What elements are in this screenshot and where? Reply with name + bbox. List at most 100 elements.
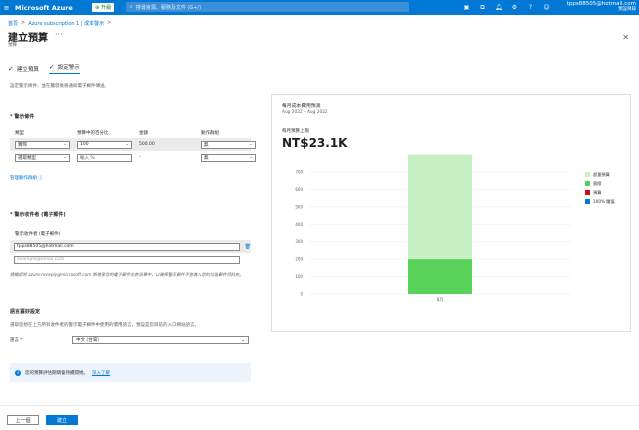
top-bar: ≡ Microsoft Azure ⊕ 升級 ⌕ 搜尋資源、服務及文件 (G+/… [0,0,639,15]
chevron-down-icon: ⌄ [63,155,67,160]
action-group-dropdown[interactable]: 無 ⌄ [201,153,256,162]
column-header: 動作群組 [201,130,219,136]
step-set-alerts[interactable]: ✓ 設定警示 [48,63,80,74]
y-tick-label: 200 [295,257,303,262]
legend-swatch [585,172,590,177]
recipients-title: * 警示收件者 (電子郵件) [10,211,66,218]
chart-legend: 超量預算 實際 預算 100% 閾值 [585,170,615,206]
action-group-dropdown[interactable]: 無 ⌄ [201,140,256,149]
help-icon[interactable]: ? [527,4,534,11]
step-create-budget[interactable]: ✓ 建立預算 [8,63,39,74]
table-row[interactable]: 實際 ⌄ 100 ⌄ 500.00 無 ⌄ [10,138,256,151]
amount-value: - [139,155,141,160]
type-dropdown[interactable]: 實際 ⌄ [15,140,70,149]
upgrade-label: 升級 [101,5,112,11]
conditions-title-text: 警示條件 [14,114,35,120]
brand-title[interactable]: Microsoft Azure [15,4,75,12]
upgrade-button[interactable]: ⊕ 升級 [92,3,115,12]
column-header: 金額 [139,130,148,136]
percent-input[interactable]: 輸入 % [77,153,132,162]
legend-item: 實際 [585,179,615,188]
checkmark-icon: ✓ [8,64,14,73]
feedback-icon[interactable]: ☺ [543,4,550,11]
action-value: 無 [204,155,209,161]
step-label: 設定警示 [57,65,80,71]
bar-overage [408,154,472,260]
conditions-title: * 警示條件 [10,113,34,120]
language-dropdown[interactable]: 中文 (台灣) ⌄ [72,336,249,344]
info-bar: i 您的預算評估期間會持續開始。 深入了解 [10,363,251,382]
y-tick-label: 300 [295,239,303,244]
chevron-right-icon: > [21,20,26,26]
menu-icon[interactable]: ≡ [0,0,13,15]
type-value: 實際 [18,142,27,148]
percent-dropdown[interactable]: 100 ⌄ [77,140,132,149]
legend-swatch [585,199,590,204]
more-icon[interactable]: ··· [55,30,63,39]
legend-item: 100% 閾值 [585,197,615,206]
y-tick-label: 700 [295,170,303,175]
column-header: 類型 [15,130,24,136]
forecast-chart: 0 100 200 300 400 500 600 700 8月 [295,154,571,302]
language-label: 語言 * [10,338,23,343]
manage-link-label: 管理動作群組 [10,176,37,181]
legend-swatch [585,190,590,195]
chevron-down-icon: ⌄ [249,155,253,160]
account-directory: 預設目錄 [618,7,636,12]
y-tick-label: 400 [295,222,303,227]
y-tick-label: 500 [295,204,303,209]
previous-button[interactable]: 上一個 [7,415,39,425]
x-tick-label: 8月 [437,297,444,302]
close-icon[interactable]: ✕ [622,33,629,42]
chevron-down-icon: ⌄ [125,142,129,147]
manage-action-groups-link[interactable]: 管理動作群組 ⓘ [10,175,43,181]
language-description: 選取您想在上方所有收件者的警示電子郵件中使用的慣用語言，預設是您目前的入口網站語… [10,323,199,328]
step-label: 建立預算 [16,66,39,73]
conditions-table: 類型 預算中的百分比 金額 動作群組 實際 ⌄ 100 ⌄ 500.00 無 ⌄ 選取… [10,127,256,164]
chevron-down-icon: ⌄ [241,337,245,343]
info-icon: ⓘ [38,176,43,181]
y-tick-label: 100 [295,274,303,279]
language-row: 語言 * 中文 (台灣) ⌄ [10,336,249,344]
wizard-steps: ✓ 建立預算 ✓ 設定警示 [8,63,80,74]
account-menu[interactable]: tpps88505@hotmail.com 預設目錄 [567,1,636,13]
legend-label: 預算 [593,189,602,195]
breadcrumb: 首頁 > Azure subscription 1 | 成本警示 > [8,20,111,27]
y-tick-label: 0 [300,292,303,297]
table-row[interactable]: 選取類型 ⌄ 輸入 % - 無 ⌄ [10,151,256,164]
legend-label: 實際 [593,180,602,186]
email-field[interactable]: tpps88505@hotmail.com [14,242,240,251]
column-header: 預算中的百分比 [77,130,109,136]
percent-placeholder: 輸入 % [80,155,95,161]
learn-more-link[interactable]: 深入了解 [92,370,110,376]
recipients-column-label: 警示收件者 (電子郵件) [15,232,61,237]
search-icon: ⌕ [130,4,133,10]
info-text: 您的預算評估期間會持續開始。 [25,370,88,376]
create-button[interactable]: 建立 [46,415,78,425]
table-header: 類型 預算中的百分比 金額 動作群組 [10,127,251,138]
allowlist-note: 請確認將 azure-noreply@microsoft.com 新增至您的電子… [10,272,244,277]
breadcrumb-subscription[interactable]: Azure subscription 1 | 成本警示 [28,20,104,27]
checkmark-icon: ✓ [48,63,55,71]
search-input[interactable]: ⌕ 搜尋資源、服務及文件 (G+/) [126,2,409,12]
breadcrumb-home[interactable]: 首頁 [8,20,18,27]
notifications-icon[interactable]: 🔔︎ [495,4,503,11]
recipients-list: tpps88505@hotmail.com 🗑︎ example@email.c… [10,240,251,266]
page-subtitle: 預算 [8,43,17,48]
list-item[interactable]: tpps88505@hotmail.com 🗑︎ [10,240,251,253]
settings-icon[interactable]: ⚙ [511,4,518,11]
top-icons: ▣ ⧉ 🔔︎ ⚙ ? ☺ [463,0,550,15]
action-value: 無 [204,142,209,148]
legend-item: 預算 [585,188,615,197]
legend-swatch [585,181,590,186]
legend-item: 超量預算 [585,170,615,179]
bar-actual [408,259,472,294]
percent-value: 100 [80,142,89,147]
type-dropdown[interactable]: 選取類型 ⌄ [15,153,70,162]
list-item[interactable]: example@email.com [10,253,251,266]
portal-menu-icon[interactable]: ⧉ [479,4,486,12]
email-input[interactable]: example@email.com [14,255,240,264]
cloud-shell-icon[interactable]: ▣ [463,4,470,11]
page-description: 設定警示條件，並在觸發後將通知電子郵件傳送。 [10,84,109,89]
delete-icon[interactable]: 🗑︎ [245,244,251,250]
